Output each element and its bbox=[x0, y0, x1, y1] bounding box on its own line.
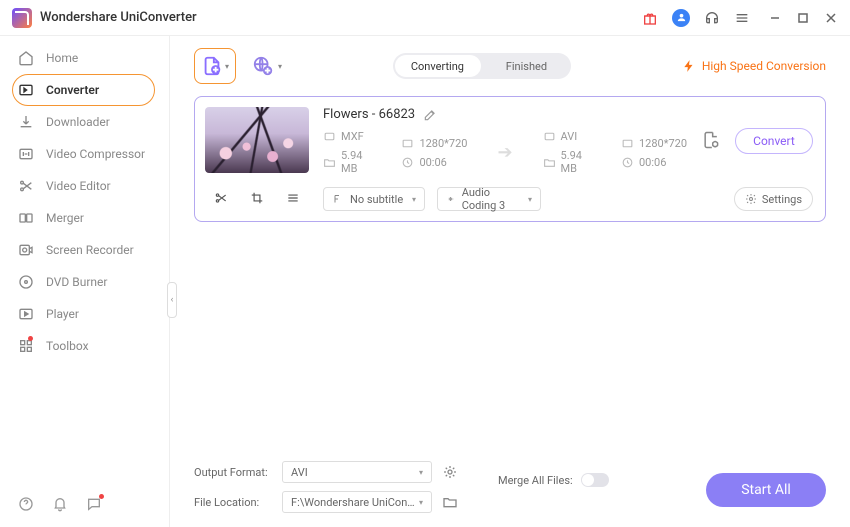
format-icon bbox=[323, 130, 336, 143]
sidebar-item-label: Screen Recorder bbox=[46, 243, 134, 257]
audio-select[interactable]: Audio Coding 3 ▾ bbox=[437, 187, 541, 211]
bolt-icon bbox=[682, 59, 696, 73]
user-avatar-icon[interactable] bbox=[672, 9, 690, 27]
window-close-button[interactable] bbox=[824, 11, 838, 25]
sidebar-item-label: Merger bbox=[46, 211, 84, 225]
feedback-icon[interactable] bbox=[86, 496, 102, 515]
file-card: Flowers - 66823 MXF 5.94 MB 1280*720 00:… bbox=[194, 96, 826, 222]
help-icon[interactable] bbox=[18, 496, 34, 515]
window-maximize-button[interactable] bbox=[796, 11, 810, 25]
notification-dot-icon bbox=[28, 336, 33, 341]
play-icon bbox=[18, 306, 34, 322]
menu-icon[interactable] bbox=[734, 10, 750, 26]
resolution-icon bbox=[401, 137, 414, 150]
merge-label: Merge All Files: bbox=[498, 474, 573, 487]
sidebar-item-label: Downloader bbox=[46, 115, 110, 129]
sidebar-item-label: Video Editor bbox=[46, 179, 111, 193]
sidebar-item-converter[interactable]: Converter bbox=[0, 74, 169, 106]
effects-icon[interactable] bbox=[286, 191, 300, 208]
chevron-down-icon: ▾ bbox=[225, 62, 229, 71]
output-format-select[interactable]: AVI ▾ bbox=[282, 461, 432, 483]
sidebar-item-player[interactable]: Player bbox=[0, 298, 169, 330]
scissors-icon bbox=[18, 178, 34, 194]
audio-icon bbox=[446, 193, 456, 205]
sidebar-item-label: DVD Burner bbox=[46, 275, 107, 289]
edit-icon[interactable] bbox=[423, 108, 437, 122]
add-file-icon bbox=[201, 55, 223, 77]
clock-icon bbox=[401, 156, 414, 169]
sidebar-item-screen-recorder[interactable]: Screen Recorder bbox=[0, 234, 169, 266]
file-title: Flowers - 66823 bbox=[323, 107, 415, 122]
bell-icon[interactable] bbox=[52, 496, 68, 515]
home-icon bbox=[18, 50, 34, 66]
high-speed-conversion-button[interactable]: High Speed Conversion bbox=[682, 59, 826, 73]
sidebar-collapse-button[interactable]: ‹ bbox=[167, 282, 177, 318]
sidebar-item-compressor[interactable]: Video Compressor bbox=[0, 138, 169, 170]
trim-icon[interactable] bbox=[214, 191, 228, 208]
chevron-down-icon: ▾ bbox=[528, 195, 532, 204]
chevron-down-icon: ▾ bbox=[419, 468, 423, 477]
app-title: Wondershare UniConverter bbox=[40, 10, 197, 25]
format-settings-icon[interactable] bbox=[442, 464, 458, 480]
sidebar-item-video-editor[interactable]: Video Editor bbox=[0, 170, 169, 202]
add-file-button[interactable]: ▾ bbox=[194, 48, 236, 84]
chevron-down-icon: ▾ bbox=[278, 62, 282, 71]
start-all-button[interactable]: Start All bbox=[706, 473, 826, 507]
video-thumbnail[interactable] bbox=[205, 107, 309, 173]
file-gear-icon bbox=[701, 130, 721, 150]
subtitle-icon bbox=[332, 193, 344, 205]
app-logo-icon bbox=[12, 8, 32, 28]
sidebar-item-label: Video Compressor bbox=[46, 147, 145, 161]
merge-icon bbox=[18, 210, 34, 226]
arrow-right-icon: ➔ bbox=[497, 142, 512, 163]
record-icon bbox=[18, 242, 34, 258]
add-url-button[interactable]: ▾ bbox=[252, 55, 282, 77]
bottom-bar: Output Format: AVI ▾ File Location: F:\W… bbox=[170, 455, 850, 527]
tab-finished[interactable]: Finished bbox=[482, 60, 571, 73]
file-settings-button[interactable]: Settings bbox=[734, 187, 813, 211]
sidebar-item-toolbox[interactable]: Toolbox bbox=[0, 330, 169, 362]
sidebar: Home Converter Downloader Video Compress… bbox=[0, 36, 170, 527]
file-location-label: File Location: bbox=[194, 496, 272, 509]
folder-icon bbox=[543, 156, 556, 169]
url-add-icon bbox=[252, 55, 274, 77]
sidebar-item-downloader[interactable]: Downloader bbox=[0, 106, 169, 138]
crop-icon[interactable] bbox=[250, 191, 264, 208]
chevron-down-icon: ▾ bbox=[412, 195, 416, 204]
folder-icon bbox=[323, 156, 336, 169]
sidebar-item-label: Converter bbox=[46, 83, 99, 97]
subtitle-select[interactable]: No subtitle ▾ bbox=[323, 187, 425, 211]
tab-converting[interactable]: Converting bbox=[393, 60, 482, 73]
merge-toggle[interactable] bbox=[581, 473, 609, 487]
sidebar-item-dvd-burner[interactable]: DVD Burner bbox=[0, 266, 169, 298]
sidebar-item-merger[interactable]: Merger bbox=[0, 202, 169, 234]
convert-button[interactable]: Convert bbox=[735, 128, 813, 154]
output-format-label: Output Format: bbox=[194, 466, 272, 479]
chevron-down-icon: ▾ bbox=[419, 498, 423, 507]
clock-icon bbox=[621, 156, 634, 169]
compress-icon bbox=[18, 146, 34, 162]
sidebar-item-label: Toolbox bbox=[46, 339, 89, 353]
file-location-select[interactable]: F:\Wondershare UniConverter ▾ bbox=[282, 491, 432, 513]
gear-icon bbox=[745, 193, 757, 205]
converter-icon bbox=[18, 82, 34, 98]
download-icon bbox=[18, 114, 34, 130]
sidebar-item-label: Player bbox=[46, 307, 79, 321]
gift-icon[interactable] bbox=[642, 10, 658, 26]
titlebar: Wondershare UniConverter bbox=[0, 0, 850, 36]
open-folder-icon[interactable] bbox=[442, 494, 458, 510]
format-icon bbox=[543, 130, 556, 143]
headset-icon[interactable] bbox=[704, 10, 720, 26]
main-panel: ▾ ▾ Converting Finished High Speed Conve… bbox=[170, 36, 850, 527]
sidebar-item-label: Home bbox=[46, 51, 78, 65]
tab-switch: Converting Finished bbox=[393, 53, 571, 79]
resolution-icon bbox=[621, 137, 634, 150]
disc-icon bbox=[18, 274, 34, 290]
sidebar-item-home[interactable]: Home bbox=[0, 42, 169, 74]
output-settings-button[interactable] bbox=[701, 130, 721, 153]
window-minimize-button[interactable] bbox=[768, 11, 782, 25]
